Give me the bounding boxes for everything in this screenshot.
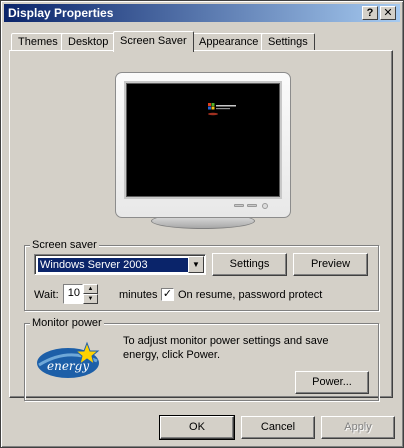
cancel-button[interactable]: Cancel bbox=[241, 416, 315, 439]
ok-button[interactable]: OK bbox=[159, 415, 235, 440]
tab-themes[interactable]: Themes bbox=[11, 33, 65, 51]
display-properties-window: Display Properties ? ✕ Themes Desktop Sc… bbox=[0, 0, 404, 448]
wait-minutes-spinner[interactable]: ▲ ▼ bbox=[83, 284, 98, 304]
tab-appearance[interactable]: Appearance bbox=[192, 33, 266, 51]
spin-up-icon[interactable]: ▲ bbox=[83, 284, 98, 294]
close-button[interactable]: ✕ bbox=[380, 6, 396, 20]
tab-desktop[interactable]: Desktop bbox=[61, 33, 116, 51]
tab-settings[interactable]: Settings bbox=[261, 33, 315, 51]
spin-down-icon[interactable]: ▼ bbox=[83, 294, 98, 304]
title-bar[interactable]: Display Properties ? ✕ bbox=[4, 4, 400, 22]
power-button[interactable]: Power... bbox=[295, 371, 369, 394]
screen-saver-group-label: Screen saver bbox=[30, 239, 99, 251]
chevron-down-icon[interactable]: ▼ bbox=[188, 256, 204, 273]
settings-button-label: Settings bbox=[229, 258, 270, 270]
screen-saver-select[interactable]: Windows Server 2003 ▼ bbox=[34, 254, 206, 275]
minutes-label: minutes bbox=[119, 289, 158, 301]
monitor-screen bbox=[126, 83, 280, 197]
settings-button[interactable]: Settings bbox=[212, 253, 287, 276]
monitor-power-description: To adjust monitor power settings and sav… bbox=[123, 335, 329, 361]
password-protect-checkbox[interactable]: ✓ bbox=[161, 288, 174, 301]
preview-button[interactable]: Preview bbox=[293, 253, 368, 276]
windows-logo-icon bbox=[208, 103, 236, 116]
power-button-label: Power... bbox=[312, 376, 352, 388]
window-title: Display Properties bbox=[8, 6, 114, 20]
close-icon: ✕ bbox=[383, 7, 393, 19]
question-mark-icon: ? bbox=[366, 7, 374, 19]
monitor-power-group-label: Monitor power bbox=[30, 317, 104, 329]
wait-minutes-input[interactable]: 10 bbox=[63, 284, 83, 304]
ok-button-label: OK bbox=[189, 421, 205, 433]
wait-label: Wait: bbox=[34, 289, 59, 301]
monitor-power-led-icon bbox=[262, 203, 268, 209]
help-button[interactable]: ? bbox=[362, 6, 378, 20]
monitor-button-icon bbox=[247, 204, 257, 207]
cancel-button-label: Cancel bbox=[260, 421, 296, 433]
password-protect-label[interactable]: On resume, password protect bbox=[178, 289, 322, 302]
screen-saver-selected-value: Windows Server 2003 bbox=[38, 258, 188, 272]
apply-button[interactable]: Apply bbox=[321, 416, 395, 439]
energy-star-logo: energy bbox=[37, 341, 100, 378]
tab-screen-saver[interactable]: Screen Saver bbox=[113, 31, 194, 52]
preview-button-label: Preview bbox=[310, 258, 351, 270]
monitor-button-icon bbox=[234, 204, 244, 207]
apply-button-label: Apply bbox=[344, 421, 372, 433]
